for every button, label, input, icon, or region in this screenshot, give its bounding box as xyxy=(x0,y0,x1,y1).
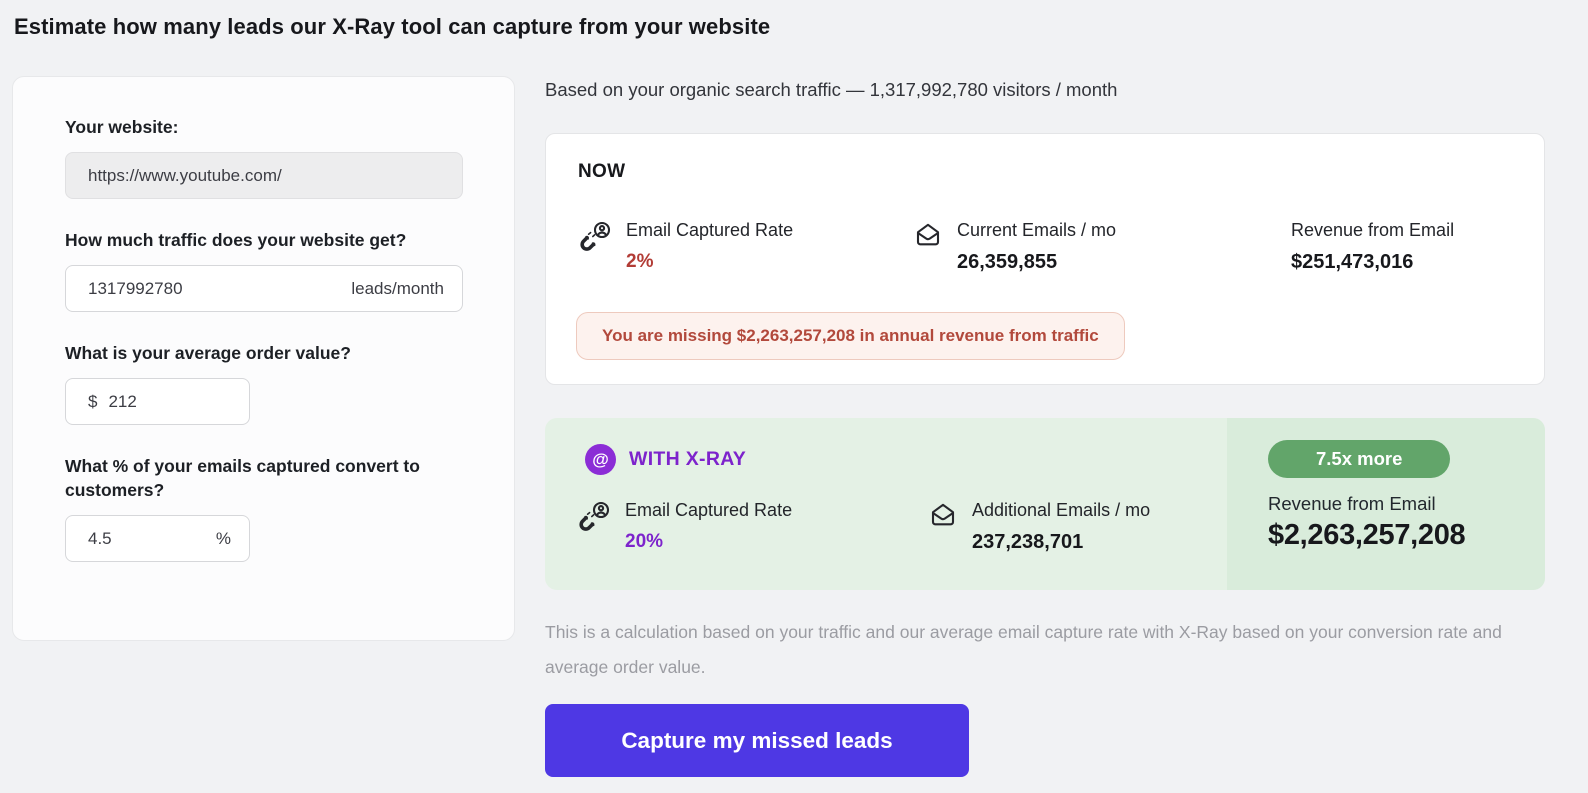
conversion-input[interactable]: 4.5 % xyxy=(65,515,250,562)
now-email-captured-rate-stat: Email Captured Rate 2% xyxy=(578,218,793,273)
now-stats-row: Email Captured Rate 2% Current Emails / … xyxy=(578,218,1524,284)
now-card: NOW xyxy=(545,133,1545,385)
xray-heading: WITH X-RAY xyxy=(629,448,746,471)
traffic-label: How much traffic does your website get? xyxy=(65,228,465,252)
xray-stats-row: Email Captured Rate 20% Additional Email… xyxy=(577,498,1217,564)
stat-value: $251,473,016 xyxy=(1291,251,1454,274)
missing-revenue-alert: You are missing $2,263,257,208 in annual… xyxy=(576,312,1125,360)
at-sign-icon: @ xyxy=(585,444,616,475)
aov-input[interactable]: $ 212 xyxy=(65,378,250,425)
envelope-icon xyxy=(913,220,943,255)
stat-label: Email Captured Rate xyxy=(625,498,792,522)
traffic-unit-suffix: leads/month xyxy=(351,279,444,299)
stat-label: Current Emails / mo xyxy=(957,218,1116,242)
stat-value: 26,359,855 xyxy=(957,251,1116,274)
lead-magnet-icon xyxy=(577,500,611,539)
conversion-field: What % of your emails captured convert t… xyxy=(65,454,514,562)
aov-label: What is your average order value? xyxy=(65,341,465,365)
conversion-value: 4.5 xyxy=(88,529,112,549)
website-value: https://www.youtube.com/ xyxy=(88,166,282,186)
xray-email-captured-rate-stat: Email Captured Rate 20% xyxy=(577,498,792,553)
currency-prefix: $ xyxy=(88,392,97,412)
stat-value: 237,238,701 xyxy=(972,531,1150,554)
website-label: Your website: xyxy=(65,115,465,139)
xray-additional-emails-stat: Additional Emails / mo 237,238,701 xyxy=(928,498,1150,554)
envelope-icon xyxy=(928,500,958,535)
traffic-field: How much traffic does your website get? … xyxy=(65,228,514,312)
percent-suffix: % xyxy=(216,529,231,549)
now-revenue-stat: Revenue from Email $251,473,016 xyxy=(1291,218,1454,274)
website-input[interactable]: https://www.youtube.com/ xyxy=(65,152,463,199)
xray-card: @ WITH X-RAY xyxy=(545,418,1545,590)
conversion-label: What % of your emails captured convert t… xyxy=(65,454,465,502)
xray-revenue-panel: 7.5x more Revenue from Email $2,263,257,… xyxy=(1227,418,1545,590)
stat-label: Revenue from Email xyxy=(1291,218,1454,242)
calculator-form-panel: Your website: https://www.youtube.com/ H… xyxy=(12,76,515,641)
disclaimer-text: This is a calculation based on your traf… xyxy=(545,615,1557,685)
now-current-emails-stat: Current Emails / mo 26,359,855 xyxy=(913,218,1116,274)
xray-revenue-value: $2,263,257,208 xyxy=(1268,519,1545,552)
traffic-subtitle: Based on your organic search traffic — 1… xyxy=(545,79,1117,101)
aov-value: 212 xyxy=(108,392,136,412)
traffic-input[interactable]: 1317992780 leads/month xyxy=(65,265,463,312)
page-title: Estimate how many leads our X-Ray tool c… xyxy=(14,14,770,40)
stat-label: Email Captured Rate xyxy=(626,218,793,242)
xray-revenue-label: Revenue from Email xyxy=(1268,493,1545,515)
aov-field: What is your average order value? $ 212 xyxy=(65,341,514,425)
website-field: Your website: https://www.youtube.com/ xyxy=(65,115,514,199)
stat-label: Additional Emails / mo xyxy=(972,498,1150,522)
xray-header: @ WITH X-RAY xyxy=(585,444,746,475)
lead-magnet-icon xyxy=(578,220,612,259)
stat-value: 2% xyxy=(626,251,793,273)
capture-leads-button[interactable]: Capture my missed leads xyxy=(545,704,969,777)
multiplier-badge: 7.5x more xyxy=(1268,440,1450,478)
stat-value: 20% xyxy=(625,531,792,553)
traffic-value: 1317992780 xyxy=(88,279,183,299)
now-heading: NOW xyxy=(578,161,625,183)
